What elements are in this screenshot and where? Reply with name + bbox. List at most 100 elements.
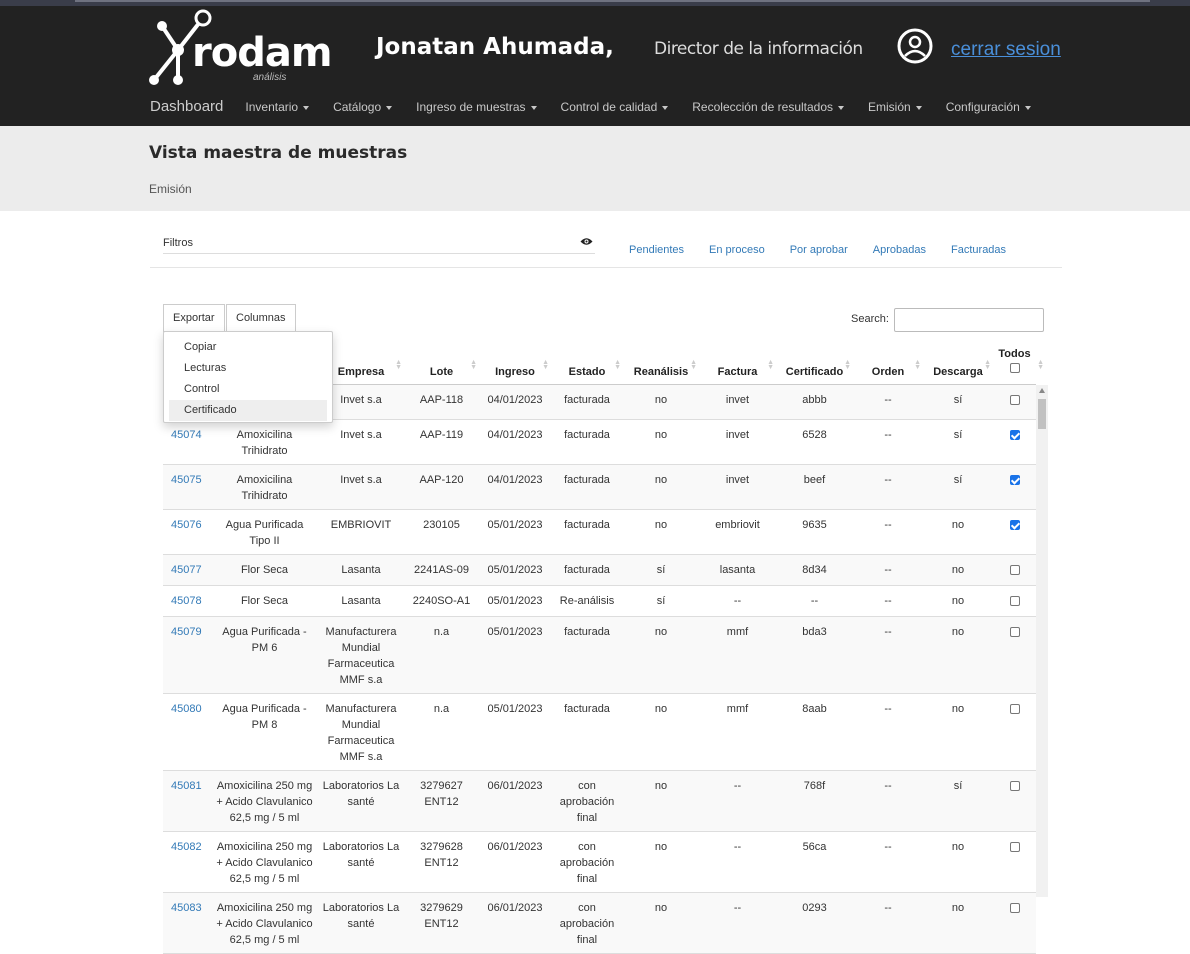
cell-descarga: no [923,509,993,555]
row-checkbox[interactable] [1009,780,1020,791]
cell-orden: -- [853,464,923,510]
tab-facturadas[interactable]: Facturadas [951,244,1006,256]
user-role: Director de la información [654,39,863,59]
table-row[interactable]: 45080 Agua Purificada - PM 8 Manufacturera… [163,693,1036,771]
nav-control-de-calidad[interactable]: Control de calidad [561,100,669,114]
tab-por-aprobar[interactable]: Por aprobar [790,244,848,256]
cell-descarga: sí [923,384,993,420]
cell-ingreso: 05/01/2023 [479,554,551,586]
col-header-todos[interactable]: Todos ▲ ▼ [993,344,1044,385]
sample-id-link[interactable]: 45078 [163,585,211,617]
tab-pendientes[interactable]: Pendientes [629,244,684,256]
select-all-checkbox[interactable] [1009,362,1020,373]
row-checkbox[interactable] [1009,595,1020,606]
table-row[interactable]: 45081 Amoxicilina 250 mg + Acido Clavulan… [163,770,1036,832]
menu-item-lecturas[interactable]: Lecturas [164,358,332,379]
table-row[interactable]: 45075 Amoxicilina Trihidrato Invet s.a AAP-… [163,464,1036,510]
cell-orden: -- [853,419,923,465]
columns-button[interactable]: Columnas [226,304,296,332]
sort-icon: ▲ ▼ [395,358,402,371]
menu-item-copiar[interactable]: Copiar [164,337,332,358]
row-checkbox[interactable] [1009,519,1020,530]
table-row[interactable]: 45082 Amoxicilina 250 mg + Acido Clavulan… [163,831,1036,893]
row-checkbox[interactable] [1009,394,1020,405]
sample-id-link[interactable]: 45082 [163,831,211,893]
col-header-descarga[interactable]: Descarga ▲ ▼ [923,344,993,385]
sample-id-link[interactable]: 45080 [163,693,211,771]
cell-estado: facturada [551,464,623,510]
table-row[interactable]: 45079 Agua Purificada - PM 6 Manufacturera… [163,616,1036,694]
cell-certificado: 8aab [776,693,853,771]
cell-certificado: 8d34 [776,554,853,586]
user-avatar-icon[interactable] [897,28,933,64]
cell-orden: -- [853,892,923,954]
rodam-logo[interactable]: rodam análisis [148,8,333,88]
table-scrollbar[interactable] [1036,385,1048,897]
cell-certificado: 9635 [776,509,853,555]
sample-id-link[interactable]: 45079 [163,616,211,694]
sample-id-link[interactable]: 45074 [163,419,211,465]
cell-reanalisis: no [623,693,699,771]
logout-link[interactable]: cerrar sesion [951,39,1061,61]
table-row[interactable]: 45077 Flor Seca Lasanta 2241AS-09 05/01/2023… [163,554,1036,586]
filters-divider [163,253,595,254]
sample-id-link[interactable]: 45075 [163,464,211,510]
cell-empresa: Manufacturera Mundial Farmaceutica MMF s… [318,693,404,771]
nav-emision[interactable]: Emisión [868,100,922,114]
nav-configuracion[interactable]: Configuración [946,100,1031,114]
export-button[interactable]: Exportar [163,304,225,332]
sort-icon: ▲ ▼ [542,358,549,371]
nav-inventario[interactable]: Inventario [245,100,310,114]
table-row[interactable]: 45074 Amoxicilina Trihidrato Invet s.a AAP-… [163,419,1036,465]
col-header-ingreso[interactable]: Ingreso ▲ ▼ [479,344,551,385]
col-header-orden[interactable]: Orden ▲ ▼ [853,344,923,385]
sample-id-link[interactable]: 45083 [163,892,211,954]
row-checkbox[interactable] [1009,626,1020,637]
col-header-factura[interactable]: Factura ▲ ▼ [699,344,776,385]
menu-item-control[interactable]: Control [164,379,332,400]
cell-select [993,509,1036,555]
cell-reanalisis: sí [623,585,699,617]
cell-lote: n.a [404,693,479,771]
sample-id-link[interactable]: 45077 [163,554,211,586]
tab-aprobadas[interactable]: Aprobadas [873,244,926,256]
nav-dashboard[interactable]: Dashboard [150,98,223,115]
nav-ingreso-de-muestras[interactable]: Ingreso de muestras [416,100,537,114]
row-checkbox[interactable] [1009,474,1020,485]
row-checkbox[interactable] [1009,841,1020,852]
cell-factura: -- [699,892,776,954]
col-header-label: Factura [717,365,758,378]
col-header-estado[interactable]: Estado ▲ ▼ [551,344,623,385]
table-row[interactable]: 45083 Amoxicilina 250 mg + Acido Clavulan… [163,892,1036,954]
cell-descarga: sí [923,770,993,832]
sample-id-link[interactable]: 45076 [163,509,211,555]
cell-certificado: bda3 [776,616,853,694]
col-header-reanalisis[interactable]: Reanálisis ▲ ▼ [623,344,699,385]
table-row[interactable]: 45076 Agua Purificada Tipo II EMBRIOVIT 230… [163,509,1036,555]
table-row[interactable]: 45078 Flor Seca Lasanta 2240SO-A1 05/01/2023… [163,585,1036,617]
cell-empresa: Lasanta [318,554,404,586]
sample-id-link[interactable]: 45081 [163,770,211,832]
tab-en-proceso[interactable]: En proceso [709,244,765,256]
col-header-certificado[interactable]: Certificado ▲ ▼ [776,344,853,385]
export-dropdown-menu: Copiar Lecturas Control Certificado [163,331,333,423]
row-checkbox[interactable] [1009,703,1020,714]
menu-item-certificado[interactable]: Certificado [169,400,327,421]
row-checkbox[interactable] [1009,564,1020,575]
filters-label[interactable]: Filtros [163,237,193,249]
cell-lote: AAP-120 [404,464,479,510]
sort-icon: ▲ ▼ [690,358,697,371]
scroll-up-arrow-icon[interactable] [1039,388,1045,393]
scrollbar-thumb[interactable] [1038,399,1046,429]
caret-down-icon [915,105,922,110]
search-input[interactable] [894,308,1044,332]
nav-recoleccion-de-resultados[interactable]: Recolección de resultados [692,100,845,114]
eye-icon[interactable] [580,237,593,246]
col-header-lote[interactable]: Lote ▲ ▼ [404,344,479,385]
row-checkbox[interactable] [1009,429,1020,440]
nav-catalogo[interactable]: Catálogo [333,100,393,114]
row-checkbox[interactable] [1009,902,1020,913]
col-header-label: Ingreso [495,365,535,378]
cell-empresa: Laboratorios La santé [318,831,404,893]
cell-select [993,384,1036,420]
